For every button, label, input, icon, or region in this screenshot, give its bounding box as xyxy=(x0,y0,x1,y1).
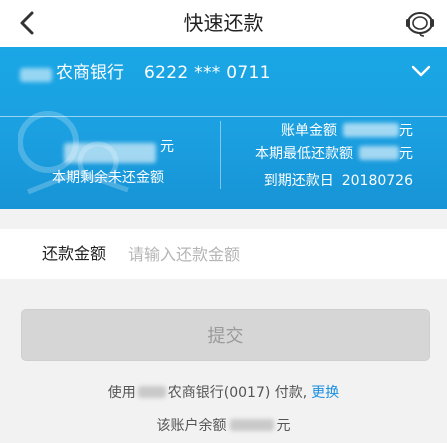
account-balance-line: 该账户余额 元 xyxy=(0,416,447,436)
repayment-amount-row: 还款金额 xyxy=(0,229,447,279)
chevron-left-icon xyxy=(20,11,34,35)
payment-bank-masked xyxy=(137,386,166,398)
submit-button[interactable]: 提交 xyxy=(21,309,430,361)
due-date-row: 到期还款日 20180726 xyxy=(264,171,413,191)
bank-prefix-masked xyxy=(20,68,52,82)
bill-amount-label: 账单金额 xyxy=(281,123,337,139)
change-account-link[interactable]: 更换 xyxy=(311,385,339,401)
bill-amount-unit: 元 xyxy=(399,123,413,139)
min-payment-row: 本期最低还款额 元 xyxy=(255,144,413,164)
card-selector[interactable]: 农商银行 6222 *** 0711 xyxy=(0,47,447,97)
payment-account: 农商银行(0017) 付款, xyxy=(167,385,308,401)
due-date-value: 20180726 xyxy=(341,173,413,189)
balance-unit: 元 xyxy=(276,418,291,434)
card-number: 6222 *** 0711 xyxy=(144,63,271,83)
repayment-amount-label: 还款金额 xyxy=(42,244,107,263)
balance-masked xyxy=(229,419,274,431)
headset-icon xyxy=(406,12,434,37)
card-vertical-divider xyxy=(220,121,221,189)
min-payment-label: 本期最低还款额 xyxy=(255,146,353,162)
balance-prefix: 该账户余额 xyxy=(156,418,227,434)
due-date-label: 到期还款日 xyxy=(263,173,334,189)
repayment-amount-input[interactable] xyxy=(128,239,428,269)
chevron-down-icon xyxy=(411,65,431,77)
min-payment-masked xyxy=(359,146,399,160)
bill-amount-row: 账单金额 元 xyxy=(281,121,413,141)
remaining-amount-unit: 元 xyxy=(160,139,174,155)
remaining-amount-label: 本期剩余未还金额 xyxy=(52,170,164,186)
card-divider xyxy=(0,116,447,117)
back-button[interactable] xyxy=(10,6,44,40)
remaining-amount-masked xyxy=(64,143,156,163)
page-title: 快速还款 xyxy=(183,11,264,35)
top-bar: 快速还款 xyxy=(0,0,447,47)
credit-card-panel: 农商银行 6222 *** 0711 元 本期剩余未还金额 账单金额元 本期最低… xyxy=(0,47,447,209)
bill-amount-masked xyxy=(343,123,399,137)
bank-name: 农商银行 xyxy=(56,63,124,83)
payment-prefix: 使用 xyxy=(107,385,136,401)
min-payment-unit: 元 xyxy=(399,146,413,162)
payment-account-line: 使用 农商银行(0017) 付款, 更换 xyxy=(0,383,447,403)
customer-service-button[interactable] xyxy=(403,6,437,40)
